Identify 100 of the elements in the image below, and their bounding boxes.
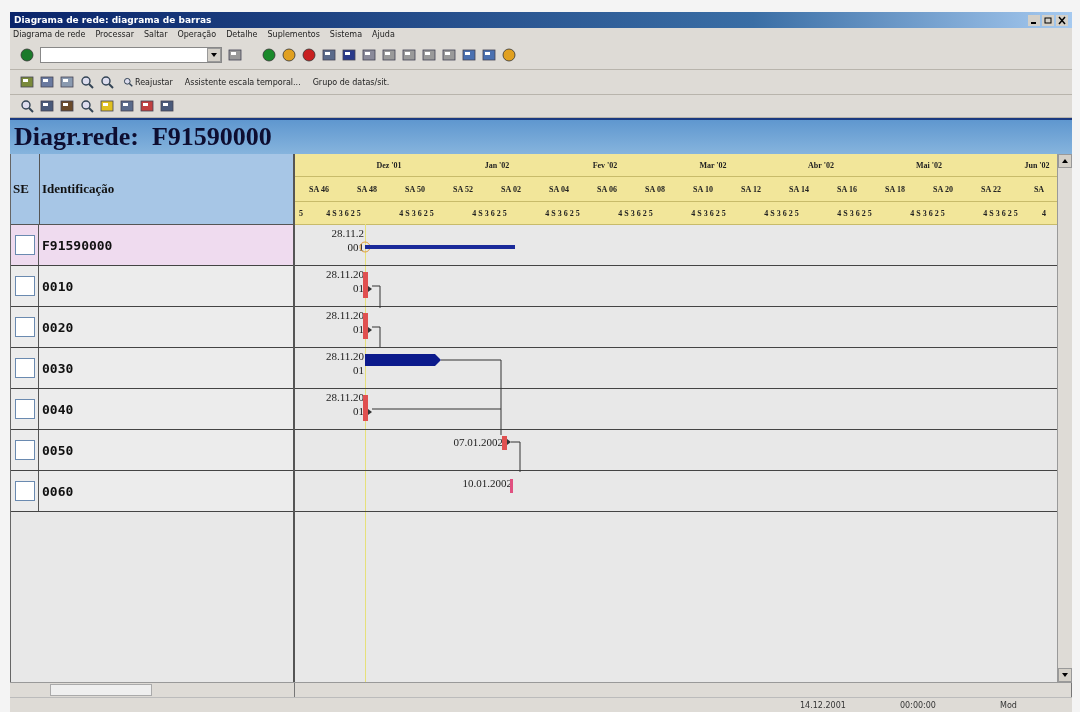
month-label: Dez '01 [375, 160, 403, 170]
month-label: Mai '02 [915, 160, 943, 170]
date-suffix: 01 [353, 282, 364, 294]
window-title: Diagrama de rede: diagrama de barras [14, 15, 212, 25]
scroll-down-icon[interactable] [1058, 668, 1072, 682]
table-row[interactable]: 0020 [11, 307, 293, 348]
milestone-marker[interactable] [363, 272, 372, 298]
start-date: 28.11.20 [325, 268, 364, 280]
date-suffix: 001 [347, 241, 364, 253]
row-id: 0060 [41, 483, 74, 499]
start-date: 28.11.2 [331, 227, 364, 239]
date-suffix: 01 [353, 405, 364, 417]
date-label: 10.01.2002 [462, 477, 512, 489]
day-label: 4 S 3 6 2 5 [544, 208, 581, 218]
row-id: 0010 [41, 278, 74, 294]
date-suffix: 01 [353, 364, 364, 376]
start-date: 28.11.20 [325, 391, 364, 403]
week-label: SA 08 [644, 184, 666, 194]
menu-item[interactable]: Sistema [329, 30, 363, 39]
day-label: 4 S 3 6 2 5 [836, 208, 873, 218]
menu-item[interactable]: Saltar [143, 30, 168, 39]
table-row[interactable]: 0030 [11, 348, 293, 389]
day-label: 4 S 3 6 2 5 [617, 208, 654, 218]
row-checkbox[interactable] [14, 276, 35, 296]
date-suffix: 01 [353, 323, 364, 335]
table-row[interactable]: 0010 [11, 266, 293, 307]
row-checkbox[interactable] [14, 235, 35, 255]
row-checkbox[interactable] [14, 399, 35, 419]
toolbar-button[interactable]: Reajustar [120, 77, 176, 87]
month-label: Fev '02 [591, 160, 619, 170]
menu-item[interactable]: Operação [177, 30, 217, 39]
column-header: Identificação [41, 180, 116, 198]
row-id: F91590000 [41, 237, 113, 253]
week-label: SA [1032, 184, 1046, 194]
day-label: 4 S 3 6 2 5 [690, 208, 727, 218]
search-icon[interactable] [80, 99, 94, 113]
zoom-icon[interactable] [20, 99, 34, 113]
week-label: SA 50 [404, 184, 426, 194]
week-label: SA 10 [692, 184, 714, 194]
day-label: 4 S 3 6 2 5 [909, 208, 946, 218]
table-row[interactable]: 0050 [11, 430, 293, 471]
week-label: SA 52 [452, 184, 474, 194]
month-label: Jun '02 [1023, 160, 1051, 170]
week-label: SA 12 [740, 184, 762, 194]
milestone-marker[interactable] [363, 395, 372, 421]
menu-item[interactable]: Ajuda [372, 30, 395, 39]
diagram-title: Diagr.rede: F91590000 [14, 122, 272, 152]
table-row[interactable]: 0040 [11, 389, 293, 430]
week-label: SA 18 [884, 184, 906, 194]
command-field[interactable] [40, 47, 222, 63]
end-marker[interactable] [510, 479, 513, 493]
week-label: SA 46 [308, 184, 330, 194]
row-id: 0020 [41, 319, 74, 335]
table-row[interactable]: F91590000 [11, 225, 293, 266]
row-id: 0030 [41, 360, 74, 376]
milestone-marker[interactable] [502, 436, 511, 450]
day-label: 4 S 3 6 2 5 [471, 208, 508, 218]
zoom-icon [123, 77, 133, 87]
day-label: 4 S 3 6 2 5 [763, 208, 800, 218]
month-label: Mar '02 [698, 160, 728, 170]
menu-item[interactable]: Suplementos [267, 30, 320, 39]
day-label: 4 S 3 6 2 5 [325, 208, 362, 218]
week-label: SA 06 [596, 184, 618, 194]
status-field: 14.12.2001 [800, 700, 870, 710]
week-label: SA 14 [788, 184, 810, 194]
day-label: 4 S 3 6 2 5 [398, 208, 435, 218]
week-label: SA 48 [356, 184, 378, 194]
minimize-icon[interactable] [1028, 14, 1040, 26]
activity-bar[interactable] [365, 354, 441, 366]
day-label: 5 [298, 208, 304, 218]
zoom-in-icon[interactable] [80, 75, 94, 89]
column-header: SE [11, 154, 40, 224]
week-label: SA 22 [980, 184, 1002, 194]
week-label: SA 16 [836, 184, 858, 194]
toolbar-button[interactable]: Assistente escala temporal... [181, 77, 304, 87]
row-checkbox[interactable] [14, 481, 35, 501]
row-checkbox[interactable] [14, 358, 35, 378]
restore-icon[interactable] [1042, 14, 1054, 26]
week-label: SA 20 [932, 184, 954, 194]
zoom-out-icon[interactable] [100, 75, 114, 89]
menu-item[interactable]: Detalhe [226, 30, 258, 39]
week-label: SA 04 [548, 184, 570, 194]
status-field: Mod [1000, 700, 1070, 710]
table-row[interactable]: 0060 [11, 471, 293, 512]
week-label: SA 02 [500, 184, 522, 194]
menu-item[interactable]: Processar [95, 30, 134, 39]
start-date: 28.11.20 [325, 309, 364, 321]
menu-item[interactable]: Diagrama de rede [13, 30, 86, 39]
toolbar-button[interactable]: Grupo de datas/sit. [309, 77, 393, 87]
start-date: 28.11.20 [325, 350, 364, 362]
day-label: 4 S 3 6 2 5 [982, 208, 1019, 218]
month-label: Abr '02 [807, 160, 835, 170]
day-label: 4 [1041, 208, 1047, 218]
row-id: 0050 [41, 442, 74, 458]
row-checkbox[interactable] [14, 317, 35, 337]
row-checkbox[interactable] [14, 440, 35, 460]
scroll-up-icon[interactable] [1058, 154, 1072, 168]
milestone-marker[interactable] [363, 313, 372, 339]
close-icon[interactable] [1056, 14, 1068, 26]
month-label: Jan '02 [483, 160, 511, 170]
